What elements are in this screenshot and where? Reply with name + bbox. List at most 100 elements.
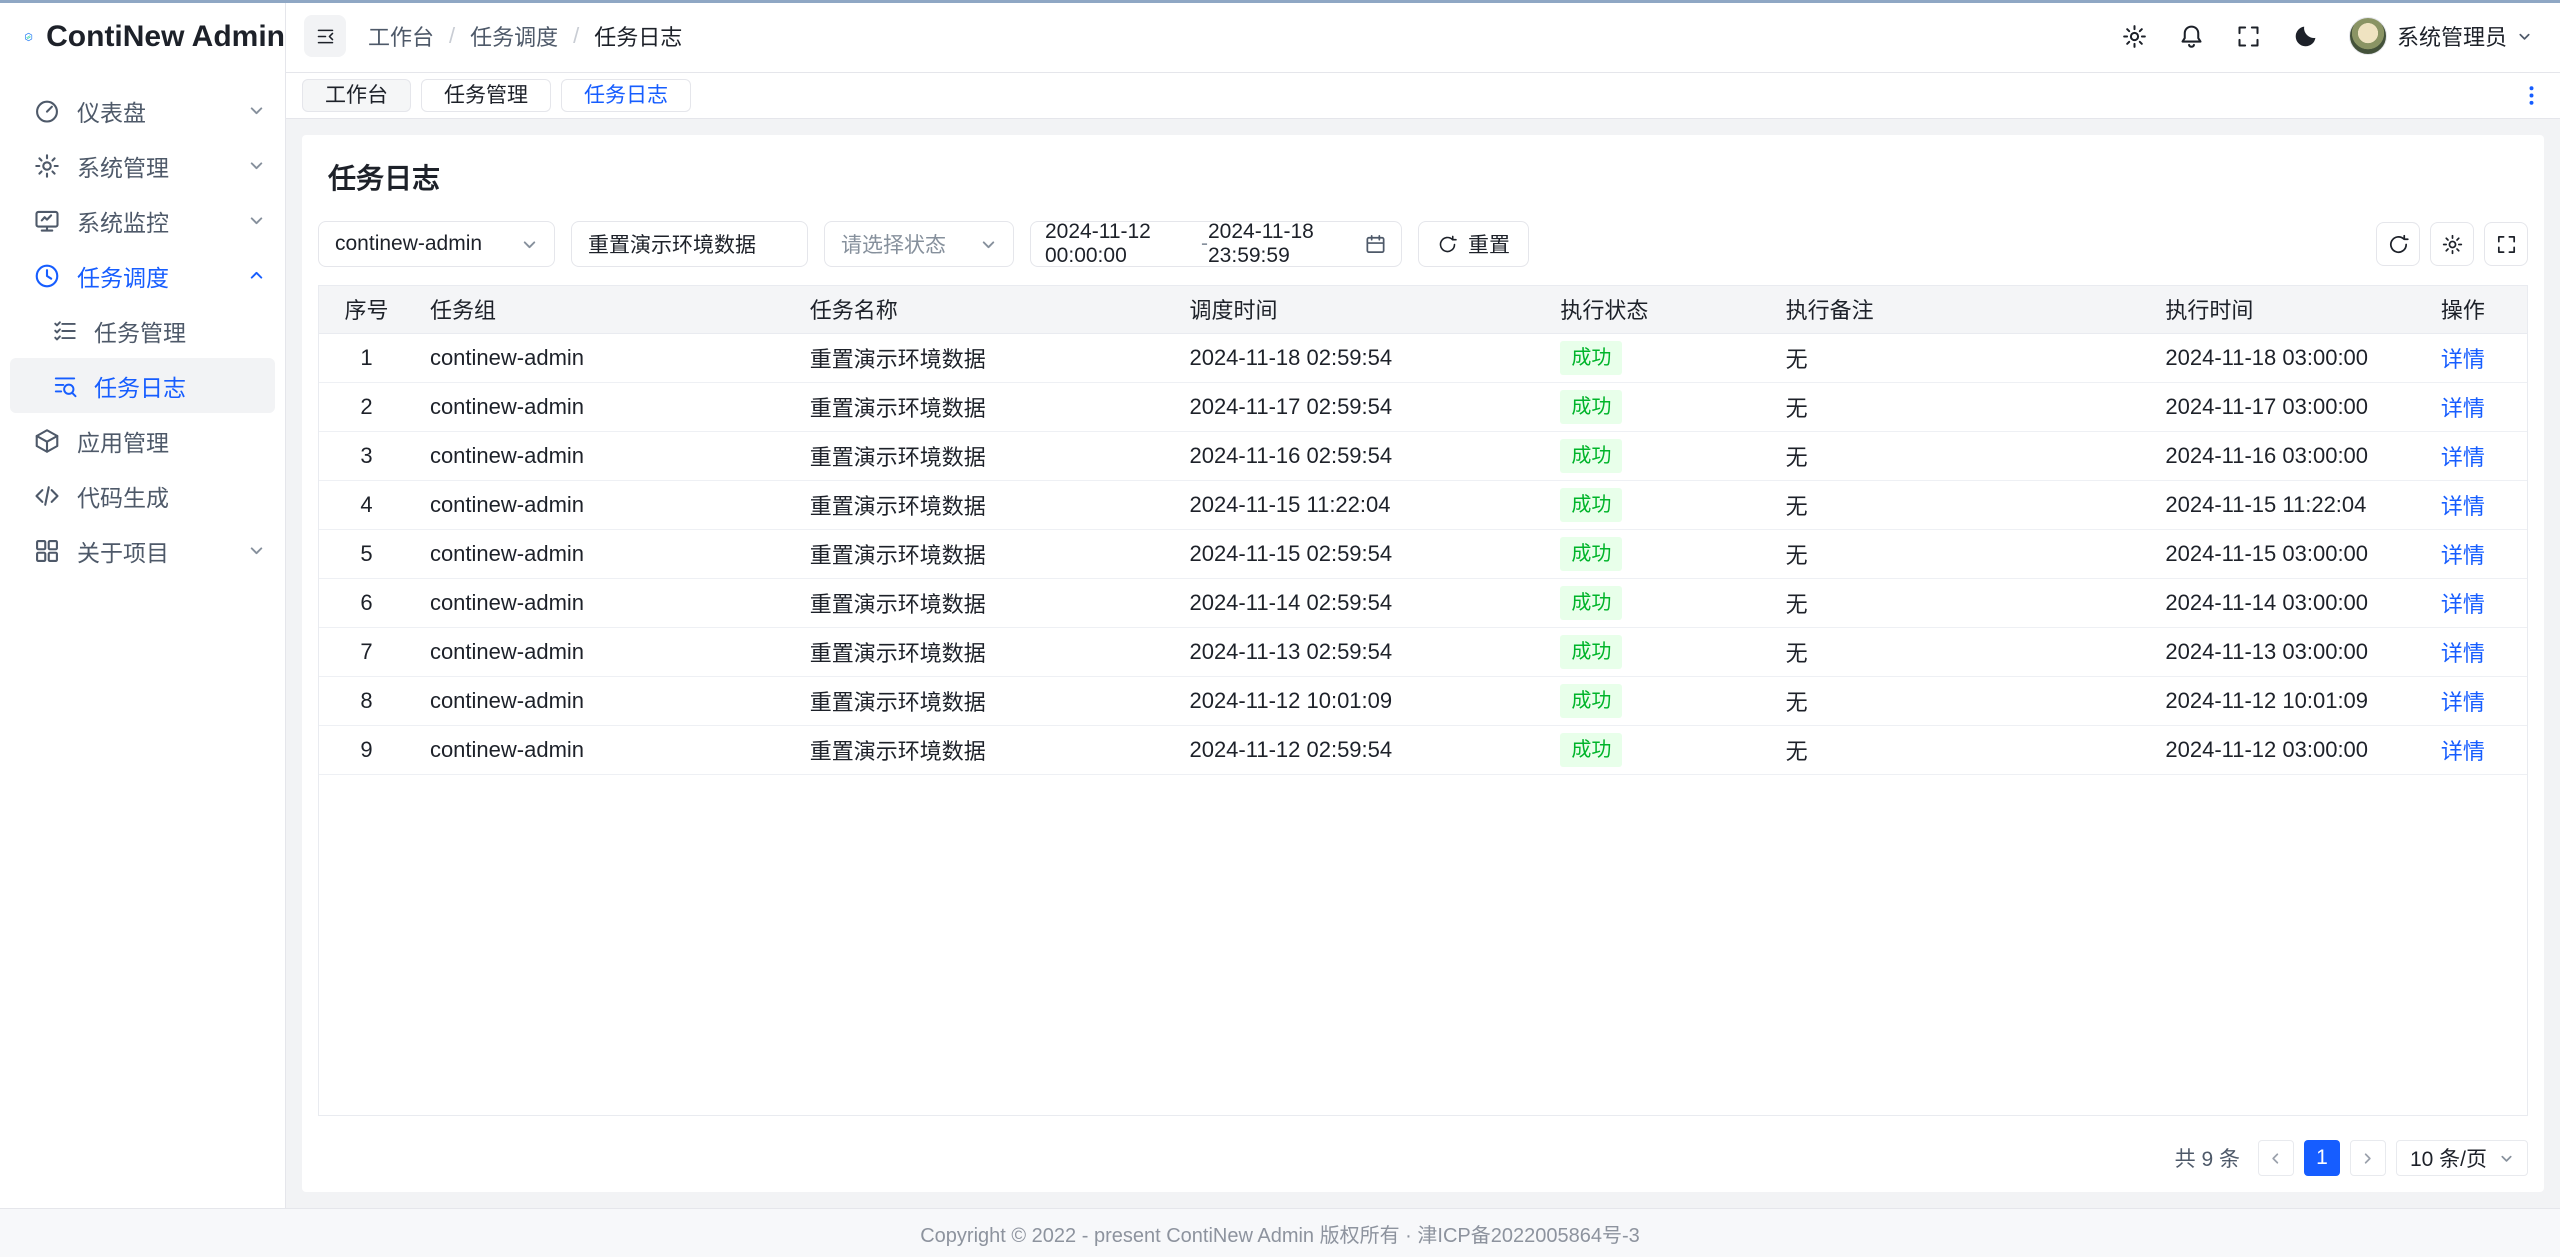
cell-status: 成功 [1544,333,1769,382]
pagination-prev-button[interactable] [2258,1140,2294,1176]
date-range-picker[interactable]: 2024-11-12 00:00:00 - 2024-11-18 23:59:5… [1030,221,1402,267]
status-badge: 成功 [1560,733,1622,767]
cell-exec-time: 2024-11-14 03:00:00 [2149,578,2399,627]
cell-action: 详情 [2399,627,2527,676]
cell-remark: 无 [1770,333,2150,382]
reset-label: 重置 [1468,229,1510,259]
cell-group: continew-admin [414,333,794,382]
cell-action: 详情 [2399,382,2527,431]
filter-bar: continew-admin 请选择状态 2024-11-12 00:00:00… [318,221,2528,267]
cell-remark: 无 [1770,529,2150,578]
moon-icon[interactable] [2292,23,2319,50]
cell-status: 成功 [1544,725,1769,774]
breadcrumb-item[interactable]: 任务日志 [594,20,682,52]
sidebar-item-monitor[interactable]: 系统监控 [0,193,285,248]
gear-button[interactable] [2430,222,2474,266]
cell-action: 详情 [2399,725,2527,774]
fullscreen-button[interactable] [2484,222,2528,266]
cell-schedule-time: 2024-11-14 02:59:54 [1173,578,1544,627]
cell-remark: 无 [1770,578,2150,627]
task-log-table: 序号任务组任务名称调度时间执行状态执行备注执行时间操作 1continew-ad… [319,286,2527,775]
sidebar-item-list-check[interactable]: 任务管理 [0,303,285,358]
breadcrumb-separator: / [449,23,455,49]
cell-action: 详情 [2399,676,2527,725]
job-group-select[interactable]: continew-admin [318,221,555,267]
task-log-card: 任务日志 continew-admin 请选择状态 2024-11-12 0 [302,135,2544,1192]
detail-link[interactable]: 详情 [2441,445,2485,470]
sidebar-item-code[interactable]: 代码生成 [0,468,285,523]
refresh-button[interactable] [2376,222,2420,266]
table-header-row: 序号任务组任务名称调度时间执行状态执行备注执行时间操作 [319,286,2527,333]
refresh-icon [2387,233,2410,256]
detail-link[interactable]: 详情 [2441,543,2485,568]
cell-name: 重置演示环境数据 [794,529,1174,578]
chevron-up-icon [248,267,265,284]
refresh-icon [1437,234,1458,255]
detail-link[interactable]: 详情 [2441,739,2485,764]
status-badge: 成功 [1560,684,1622,718]
sidebar-item-dashboard[interactable]: 仪表盘 [0,83,285,138]
fullscreen-icon[interactable] [2235,23,2262,50]
cell-remark: 无 [1770,480,2150,529]
table-row: 1continew-admin重置演示环境数据2024-11-18 02:59:… [319,333,2527,382]
sidebar-item-cube[interactable]: 应用管理 [0,413,285,468]
cell-exec-time: 2024-11-15 03:00:00 [2149,529,2399,578]
detail-link[interactable]: 详情 [2441,494,2485,519]
chevron-right-icon [2360,1151,2375,1166]
chevron-left-icon [2268,1151,2283,1166]
table-row: 7continew-admin重置演示环境数据2024-11-13 02:59:… [319,627,2527,676]
bell-icon[interactable] [2178,23,2205,50]
tab-item[interactable]: 任务日志 [561,79,691,112]
breadcrumb-item[interactable]: 工作台 [368,20,434,52]
avatar [2349,17,2387,55]
detail-link[interactable]: 详情 [2441,690,2485,715]
cell-action: 详情 [2399,529,2527,578]
status-select[interactable]: 请选择状态 [824,221,1014,267]
page-size-select[interactable]: 10 条/页 [2396,1140,2528,1176]
sidebar-item-gear[interactable]: 系统管理 [0,138,285,193]
job-name-input[interactable] [588,232,791,256]
dashboard-icon [33,97,61,125]
pagination-page-1[interactable]: 1 [2304,1140,2340,1176]
detail-link[interactable]: 详情 [2441,347,2485,372]
sidebar-item-label: 任务调度 [77,259,232,293]
status-placeholder: 请选择状态 [841,229,946,259]
chevron-down-icon [248,157,265,174]
sidebar-item-clock[interactable]: 任务调度 [0,248,285,303]
detail-link[interactable]: 详情 [2441,592,2485,617]
cell-no: 8 [319,676,414,725]
cell-name: 重置演示环境数据 [794,382,1174,431]
cell-remark: 无 [1770,627,2150,676]
cell-name: 重置演示环境数据 [794,578,1174,627]
user-menu[interactable]: 系统管理员 [2349,17,2532,55]
cell-remark: 无 [1770,431,2150,480]
user-name: 系统管理员 [2397,20,2507,52]
tab-item[interactable]: 工作台 [302,79,411,112]
cell-status: 成功 [1544,676,1769,725]
date-start: 2024-11-12 00:00:00 [1045,220,1201,268]
cell-schedule-time: 2024-11-12 02:59:54 [1173,725,1544,774]
copyright: Copyright © 2022 - present ContiNew Admi… [920,1219,1640,1248]
tab-item[interactable]: 任务管理 [421,79,551,112]
detail-link[interactable]: 详情 [2441,641,2485,666]
gear-icon[interactable] [2121,23,2148,50]
chevron-down-icon [521,236,538,253]
tab-list: 工作台任务管理任务日志 [302,79,691,112]
fullscreen-icon [2495,233,2518,256]
cell-exec-time: 2024-11-12 10:01:09 [2149,676,2399,725]
cell-status: 成功 [1544,431,1769,480]
sidebar-item-log-search[interactable]: 任务日志 [10,358,275,413]
more-vertical-icon[interactable] [2519,83,2544,108]
cell-exec-time: 2024-11-18 03:00:00 [2149,333,2399,382]
app-logo[interactable]: ContiNew Admin [0,0,285,73]
collapse-sidebar-button[interactable] [304,15,346,57]
pagination-next-button[interactable] [2350,1140,2386,1176]
sidebar-item-grid[interactable]: 关于项目 [0,523,285,578]
detail-link[interactable]: 详情 [2441,396,2485,421]
breadcrumb-item[interactable]: 任务调度 [470,20,558,52]
reset-button[interactable]: 重置 [1418,221,1529,267]
page-size-value: 10 条/页 [2410,1143,2487,1173]
job-name-field [571,221,808,267]
date-separator: - [1201,232,1208,256]
content: 任务日志 continew-admin 请选择状态 2024-11-12 0 [286,119,2560,1208]
